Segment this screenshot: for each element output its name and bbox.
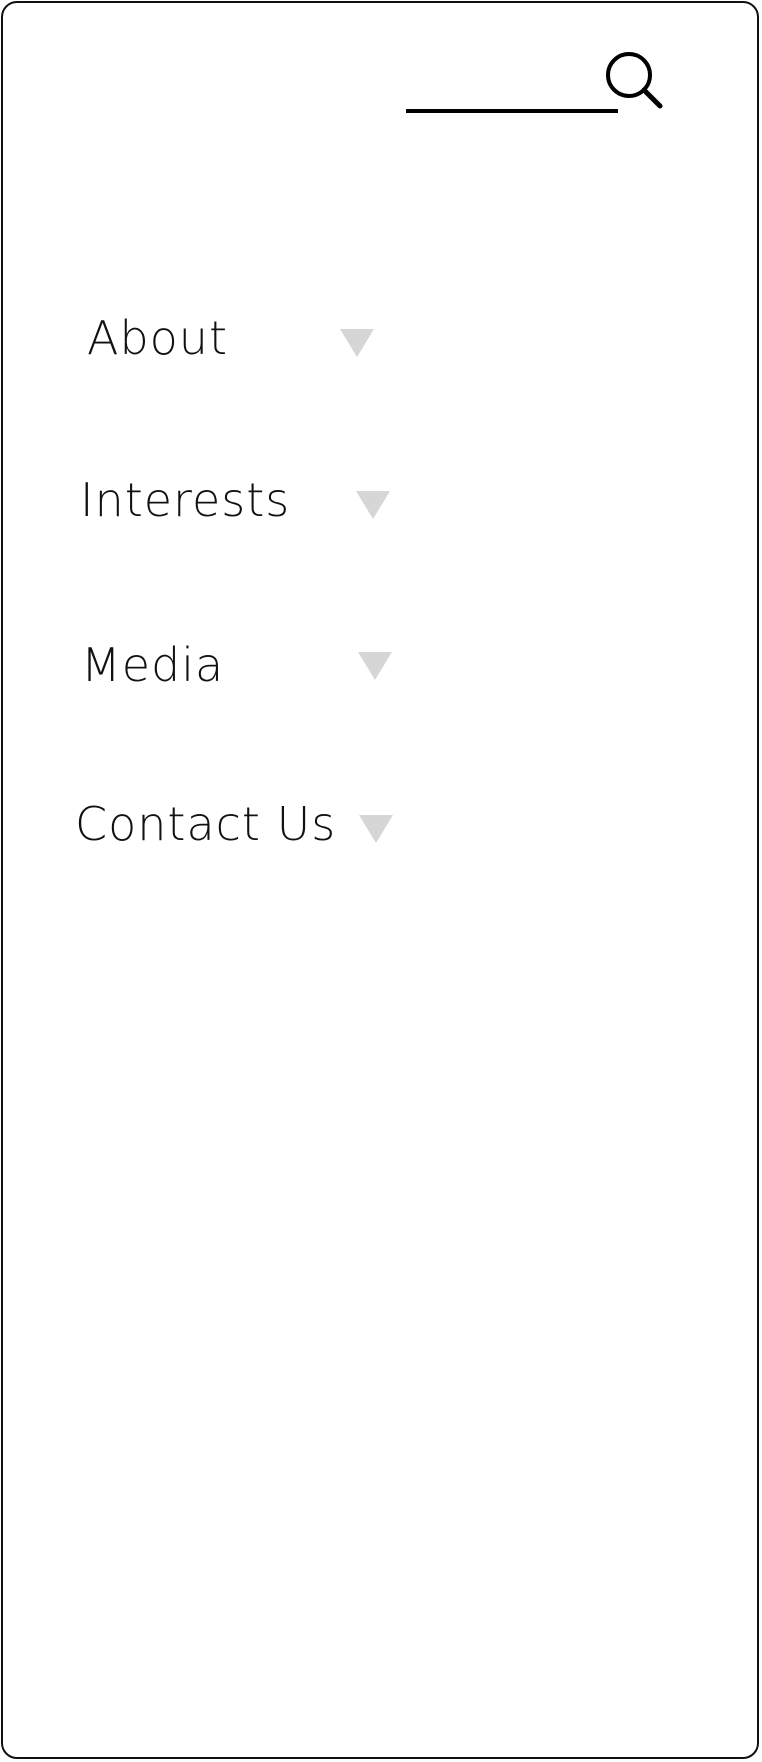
caret-down-icon[interactable] <box>358 652 392 680</box>
caret-down-icon[interactable] <box>340 329 374 357</box>
caret-down-icon[interactable] <box>356 491 390 519</box>
search-icon[interactable] <box>603 49 665 111</box>
mobile-menu-frame: About Interests Media Contact Us <box>1 1 759 1759</box>
search-input[interactable] <box>406 109 618 113</box>
menu-item-label: Interests <box>80 473 291 527</box>
caret-down-icon[interactable] <box>359 815 393 843</box>
menu-item-label: Contact Us <box>75 797 337 851</box>
menu-item-label: Media <box>81 638 225 692</box>
menu-item-label: About <box>87 311 229 365</box>
